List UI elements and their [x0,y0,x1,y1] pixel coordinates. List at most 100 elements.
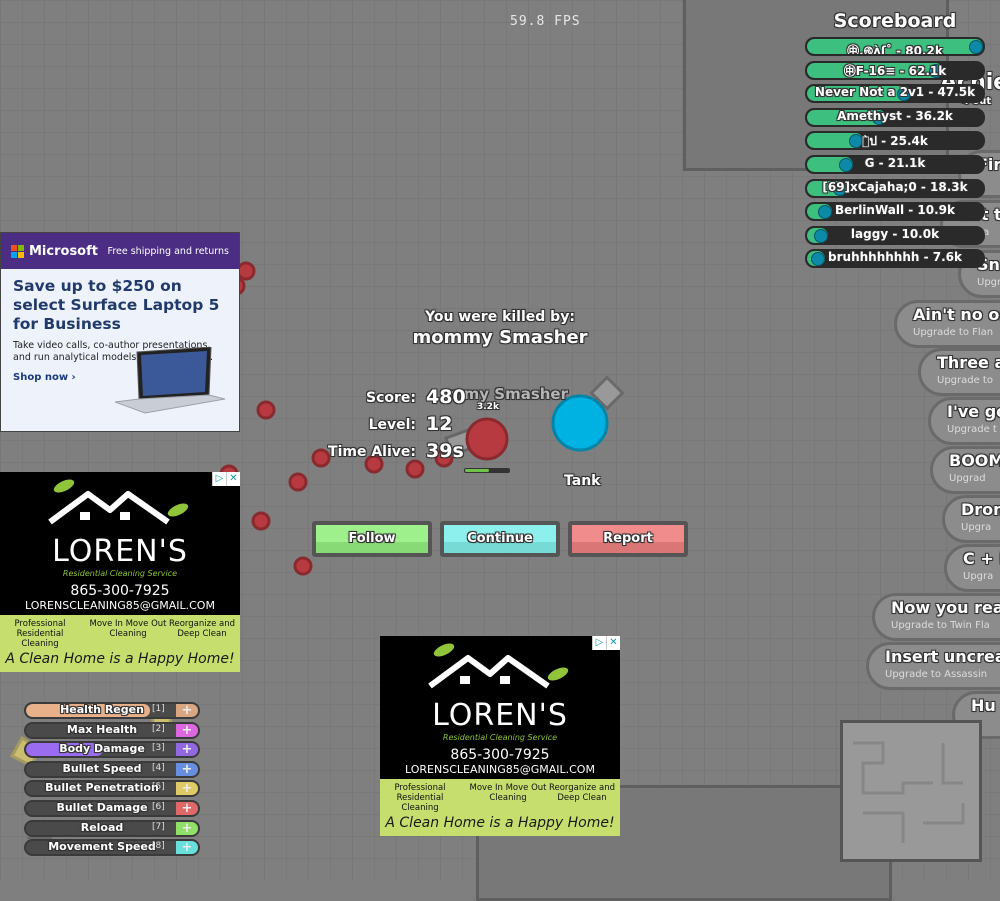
stat-upgrade-key: [4] [152,762,165,773]
ad-slogan: A Clean Home is a Happy Home! [5,651,235,667]
ad-slogan: A Clean Home is a Happy Home! [385,815,615,831]
achievement-card: I've got Upgrade t [928,397,1000,445]
house-logo-icon [48,479,189,525]
achievement-subtitle: Upgra [961,522,992,533]
achievement-subtitle: Upgrade t [947,424,997,435]
enemy-bullet [293,556,313,576]
ad-email: LORENSCLEANING85@GMAIL.COM [25,599,215,612]
achievement-card: BOOM Upgrad [930,446,1000,494]
achievement-subtitle: Upgrad [949,473,986,484]
stat-upgrade-bar: Movement Speed [8] + [24,839,200,857]
plus-icon[interactable]: + [176,821,198,835]
ad-service: Move In Move Out Cleaning [469,783,547,803]
scoreboard-entry: [69]xCajaha;0 - 18.3k [805,178,985,198]
plus-icon[interactable]: + [176,723,198,737]
house-logo-icon [428,643,569,689]
achievement-card: C + E Upgra [944,544,1000,592]
plus-icon[interactable]: + [176,841,198,855]
ad-service: Reorganize and Deep Clean [548,783,616,803]
report-button[interactable]: Report [568,521,688,557]
killed-by-label: You were killed by: [425,309,575,325]
stat-upgrade-bar: Health Regen [1] + [24,702,200,719]
laptop-image [115,347,225,414]
achievement-card: Ain't no one Upgrade to Flan [894,300,1000,348]
continue-button[interactable]: Continue [440,521,560,557]
scoreboard-title: Scoreboard [833,10,957,32]
stat-upgrade-bar: Body Damage [3] + [24,741,200,759]
scoreboard-entry: G - 21.1k [805,154,985,174]
achievement-card: Three at Upgrade to [918,348,1000,396]
follow-button[interactable]: Follow [312,521,432,557]
achievement-subtitle: Upgrade to [937,375,993,386]
ad-brand-name: LOREN'S [52,534,188,569]
enemy-bullet [256,400,276,420]
microsoft-ad[interactable]: Microsoft Free shipping and returns Save… [0,232,240,432]
plus-icon[interactable]: + [176,782,198,796]
scoreboard-entry-label: laggy - 10.0k [850,226,940,241]
achievement-subtitle: Upgra [963,571,994,582]
stat-upgrade-key: [6] [152,802,165,812]
scoreboard-entry: laggy - 10.0k [805,225,985,245]
achievement-title: I've got [947,402,1000,421]
scoreboard-entry: ค̀ป - 25.4k [805,131,985,151]
ad-brand-name: LOREN'S [432,698,568,733]
enemy-bullet [288,472,308,492]
achievement-title: Now you really [891,598,1000,617]
scoreboard-entry: Never Not a 2v1 - 47.5k [805,84,985,104]
minimap-terrain [853,741,965,843]
plus-icon[interactable]: + [176,802,198,815]
stat-upgrade-key: [5] [152,782,165,793]
stat-upgrade-bar: Reload [7] + [24,819,200,837]
minimap [840,720,982,862]
level-value: 12 [426,413,453,435]
ad-subtitle: Residential Cleaning Service [442,733,558,742]
enemy-score-label: 3.2k [477,402,499,412]
stat-upgrade-bar: Bullet Penetration [5] + [24,780,200,798]
stat-upgrade-key: [1] [152,704,165,714]
fps-counter: 59.8 FPS [510,14,581,29]
plus-icon[interactable]: + [176,762,198,776]
ad-services-band: Professional Residential Cleaning Move I… [380,779,620,836]
plus-icon[interactable]: + [176,743,198,757]
achievement-title: Three at [937,353,1000,372]
ad-headline: Save up to $250 on select Surface Laptop… [13,277,220,333]
scoreboard-entry-label: Never Not a 2v1 - 47.5k [814,85,976,100]
stat-upgrade-bar: Bullet Speed [4] + [24,760,200,778]
ad-phone: 865-300-7925 [450,747,550,763]
chevron-right-icon: › [71,372,76,383]
report-button-label: Report [603,531,653,546]
plus-icon[interactable]: + [176,704,198,717]
lorens-ad-center[interactable]: ▷ ✕ LOREN'S Residential Cleaning Service … [380,636,620,836]
time-alive-label: Time Alive: [328,444,416,460]
ad-service: Professional Residential Cleaning [14,619,66,649]
ad-service: Professional Residential Cleaning [394,783,446,813]
stat-upgrade-key: [3] [152,743,165,754]
stat-upgrade-key: [7] [152,821,165,832]
ad-phone: 865-300-7925 [70,583,170,599]
achievement-title: BOOM [949,451,1000,470]
killer-name: mommy Smasher [412,327,588,348]
lorens-ad-left[interactable]: ▷ ✕ LOREN'S Residential Cleaning Service … [0,472,240,672]
ad-service: Move In Move Out Cleaning [89,619,167,639]
scoreboard-entry-label: BerlinWall - 10.9k [834,203,956,218]
achievement-title: Hu [971,696,996,715]
achievement-card: Now you really Upgrade to Twin Fla [872,593,1000,641]
achievement-title: Insert uncreati [885,647,1000,666]
enemy-bullet [405,459,425,479]
stat-upgrade-key: [8] [152,841,165,852]
microsoft-logo-icon [11,244,24,258]
scoreboard-entry-label: bruhhhhhhhh - 7.6k [828,250,962,265]
achievement-card: Insert uncreati Upgrade to Assassin [866,642,1000,690]
stat-upgrade-bar: Bullet Damage [6] + [24,800,200,817]
scoreboard-entry-label: ค̀ป - 25.4k [862,134,928,149]
achievement-subtitle: Upgrade to Twin Fla [891,620,990,631]
ad-services-band: Professional Residential Cleaning Move I… [0,615,240,672]
achievement-title: Drone [961,500,1000,519]
achievement-card: Drone Upgra [942,495,1000,543]
ad-brand: Microsoft [29,243,98,259]
scoreboard: Scoreboard ㊥.࿋ʌ̀ʃ˚ - 80.2k ㊥F-16≡ - 62.1k… [805,10,985,273]
scoreboard-entry-label: G - 21.1k [864,155,926,170]
enemy-bullet [236,261,256,281]
achievement-title: Ain't no one [913,305,1000,324]
scoreboard-entry: ㊥.࿋ʌ̀ʃ˚ - 80.2k [805,37,985,56]
